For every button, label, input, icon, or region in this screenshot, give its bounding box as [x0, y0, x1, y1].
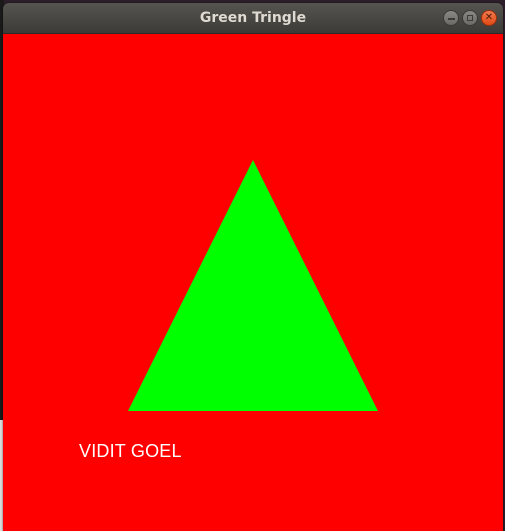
- close-icon: ✕: [484, 12, 494, 23]
- window-title: Green Tringle: [199, 10, 307, 26]
- maximize-button[interactable]: [462, 10, 478, 26]
- maximize-icon: [467, 15, 473, 21]
- minimize-icon: [447, 17, 455, 20]
- minimize-button[interactable]: [443, 10, 459, 26]
- drawing-canvas: VIDIT GOEL: [3, 34, 503, 531]
- window-titlebar[interactable]: Green Tringle ✕: [3, 3, 503, 34]
- canvas-svg: [3, 34, 503, 531]
- close-button[interactable]: ✕: [481, 10, 497, 26]
- caption-text: VIDIT GOEL: [79, 441, 182, 461]
- app-window: Green Tringle ✕ VIDIT GOEL: [3, 3, 503, 531]
